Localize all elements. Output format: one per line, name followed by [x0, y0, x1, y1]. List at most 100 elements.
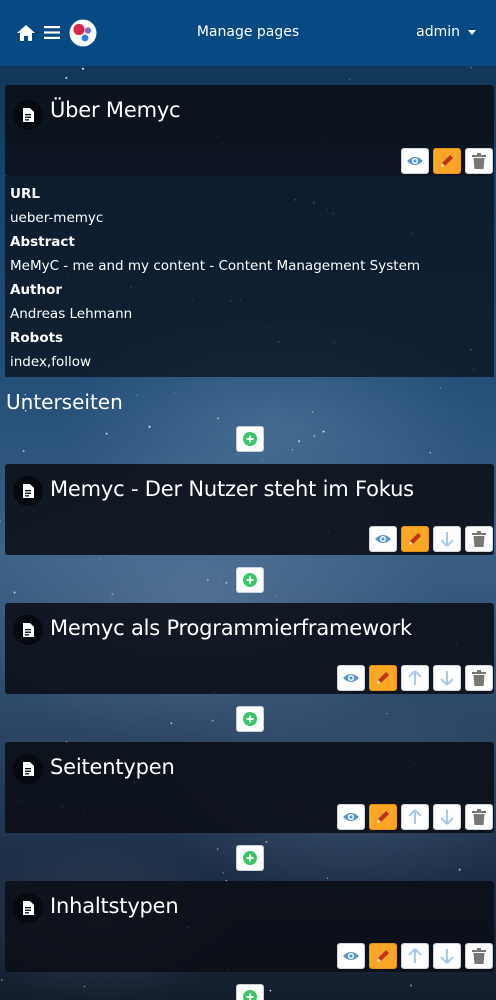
move-down-button[interactable] [433, 804, 461, 830]
arrow-up-icon [408, 809, 422, 824]
edit-button[interactable] [369, 665, 397, 691]
subpage-card: Memyc - Der Nutzer steht im Fokus [5, 464, 494, 555]
star [291, 449, 293, 451]
user-name: admin [416, 24, 460, 40]
subpage-actions [369, 526, 493, 552]
subpage-title[interactable]: Memyc als Programmierframework [50, 616, 412, 640]
star [443, 596, 444, 598]
star [440, 387, 442, 389]
view-button[interactable] [337, 665, 365, 691]
star [236, 452, 238, 454]
document-icon [13, 615, 43, 645]
star [269, 989, 272, 992]
arrow-up-icon [408, 948, 422, 963]
author-value: Andreas Lehmann [10, 306, 133, 322]
document-icon [13, 893, 43, 923]
star [313, 435, 316, 438]
star [470, 67, 472, 69]
delete-button[interactable] [465, 665, 493, 691]
subpage-card: Inhaltstypen [5, 881, 494, 972]
star [219, 578, 221, 580]
star [170, 722, 173, 725]
abstract-label: Abstract [10, 234, 75, 250]
robots-value: index,follow [10, 354, 92, 370]
delete-button[interactable] [465, 526, 493, 552]
pencil-icon [409, 533, 421, 545]
star [105, 432, 108, 435]
add-subpage-button-4[interactable] [236, 984, 264, 1000]
move-down-button[interactable] [433, 526, 461, 552]
page-card: Über Memyc [5, 85, 494, 176]
star [136, 394, 138, 396]
move-down-button[interactable] [433, 943, 461, 969]
star [174, 392, 175, 394]
star [22, 450, 25, 453]
edit-button[interactable] [401, 526, 429, 552]
arrow-down-icon [440, 949, 454, 964]
edit-button[interactable] [369, 804, 397, 830]
add-subpage-button-0[interactable] [236, 426, 264, 452]
star [429, 452, 431, 454]
subpage-title[interactable]: Memyc - Der Nutzer steht im Fokus [50, 477, 414, 501]
move-up-button[interactable] [401, 943, 429, 969]
subpages-heading: Unterseiten [6, 390, 123, 414]
star [111, 593, 114, 596]
star [386, 712, 388, 714]
add-subpage-button-3[interactable] [236, 845, 264, 871]
page-actions [401, 148, 493, 174]
arrow-down-icon [440, 671, 454, 686]
user-menu[interactable]: admin [416, 24, 476, 40]
star [13, 591, 16, 594]
eye-icon [343, 674, 359, 682]
move-down-button[interactable] [433, 665, 461, 691]
hamburger-icon[interactable] [44, 25, 60, 40]
trash-icon [472, 670, 486, 686]
star [261, 459, 263, 461]
view-button[interactable] [337, 804, 365, 830]
pencil-icon [441, 155, 453, 167]
pencil-icon [377, 811, 389, 823]
subpage-card: Seitentypen [5, 742, 494, 833]
star [222, 872, 224, 874]
subpage-title[interactable]: Inhaltstypen [50, 894, 179, 918]
subpage-actions [337, 804, 493, 830]
view-button[interactable] [337, 943, 365, 969]
view-button[interactable] [401, 148, 429, 174]
edit-button[interactable] [369, 943, 397, 969]
home-icon[interactable] [16, 24, 36, 42]
star [83, 985, 86, 988]
delete-button[interactable] [465, 804, 493, 830]
delete-button[interactable] [465, 148, 493, 174]
move-up-button[interactable] [401, 804, 429, 830]
move-up-button[interactable] [401, 665, 429, 691]
author-label: Author [10, 282, 63, 298]
add-subpage-button-1[interactable] [236, 567, 264, 593]
abstract-value: MeMyC - me and my content - Content Mana… [10, 258, 421, 274]
eye-icon [407, 157, 423, 165]
subpage-actions [337, 665, 493, 691]
star [225, 581, 228, 584]
subpage-card: Memyc als Programmierframework [5, 603, 494, 694]
top-navbar: Manage pages admin [0, 0, 496, 66]
star [298, 440, 301, 443]
subpage-actions [337, 943, 493, 969]
eye-icon [343, 952, 359, 960]
star [207, 579, 209, 581]
star [148, 425, 151, 428]
plus-circle-icon [243, 990, 257, 1000]
add-subpage-button-2[interactable] [236, 706, 264, 732]
subpage-title[interactable]: Seitentypen [50, 755, 175, 779]
page-details: URL ueber-memyc Abstract MeMyC - me and … [5, 176, 494, 377]
plus-circle-icon [243, 573, 257, 587]
arrow-down-icon [440, 532, 454, 547]
url-label: URL [10, 186, 40, 202]
memyc-logo-icon[interactable] [69, 19, 97, 47]
delete-button[interactable] [465, 943, 493, 969]
edit-button[interactable] [433, 148, 461, 174]
star [397, 450, 399, 452]
trash-icon [472, 809, 486, 825]
eye-icon [375, 535, 391, 543]
view-button[interactable] [369, 526, 397, 552]
star [1, 979, 3, 981]
document-icon [13, 100, 43, 130]
